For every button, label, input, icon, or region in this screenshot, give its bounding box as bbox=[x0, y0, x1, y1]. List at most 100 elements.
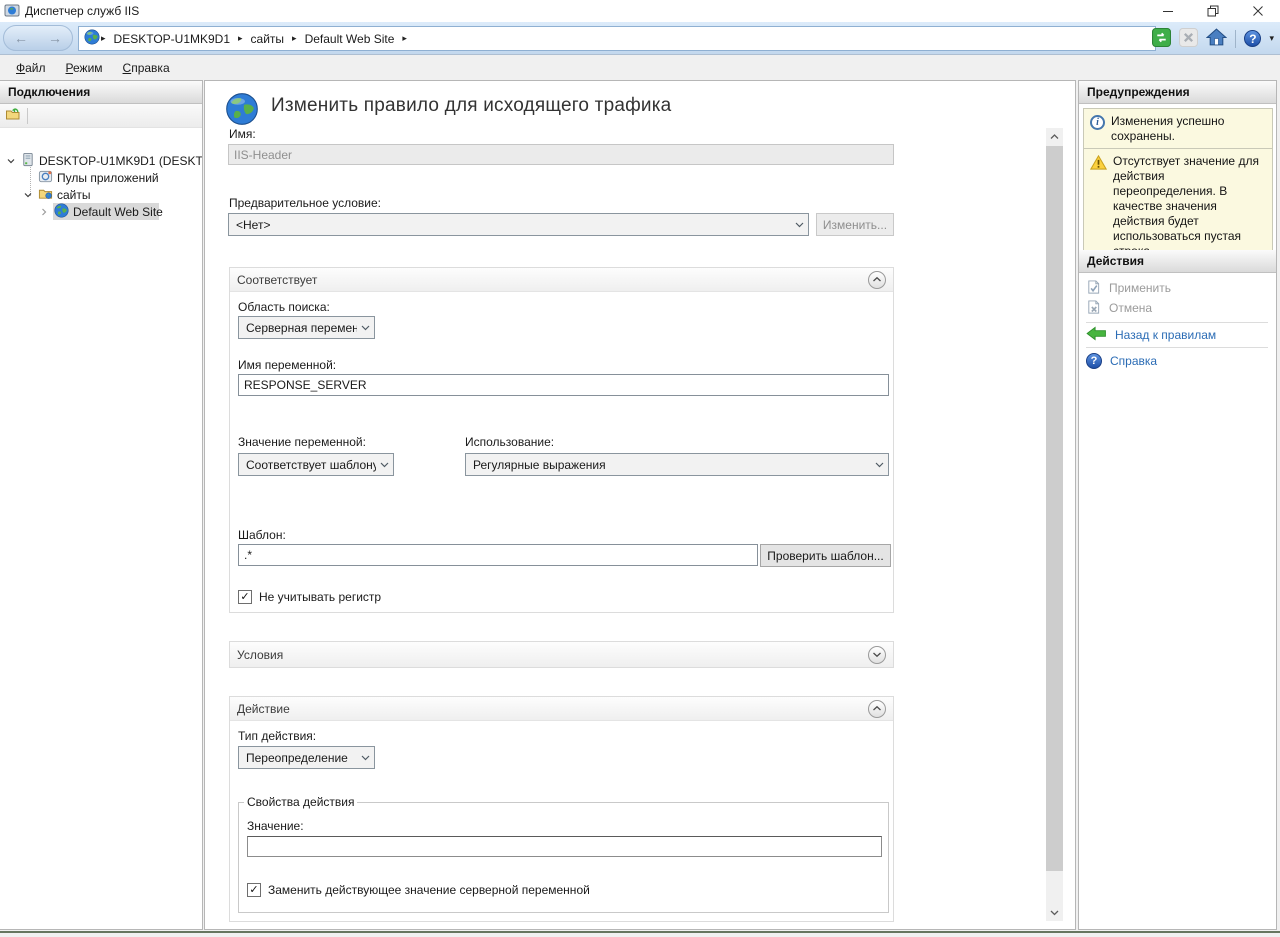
variable-name-input[interactable] bbox=[238, 374, 889, 396]
tree-expanded-icon[interactable] bbox=[6, 156, 16, 166]
back-to-rules-label: Назад к правилам bbox=[1115, 328, 1216, 342]
scope-select[interactable]: Серверная переменн bbox=[238, 316, 375, 339]
address-bar: ← → ▸ DESKTOP-U1MK9D1 ▸ сайты ▸ Default … bbox=[0, 22, 1280, 55]
main-content-panel: Изменить правило для исходящего трафика … bbox=[204, 80, 1076, 930]
scroll-up-button[interactable] bbox=[1046, 128, 1063, 145]
alert-text: Отсутствует значение для действия переоп… bbox=[1113, 154, 1267, 259]
back-to-rules-link[interactable]: Назад к правилам bbox=[1086, 325, 1216, 345]
window-bottom-border bbox=[0, 931, 1280, 933]
tree-item-server[interactable]: DESKTOP-U1MK9D1 (DESKTOP bbox=[0, 152, 202, 169]
ignore-case-label: Не учитывать регистр bbox=[259, 590, 381, 604]
restore-button[interactable] bbox=[1190, 0, 1235, 22]
chevron-down-icon bbox=[361, 755, 370, 761]
action-section-header: Действие bbox=[230, 697, 893, 721]
nav-back-forward: ← → bbox=[3, 25, 73, 51]
tree-item-label: Пулы приложений bbox=[57, 171, 159, 185]
actions-separator bbox=[1086, 322, 1268, 323]
close-button[interactable] bbox=[1235, 0, 1280, 22]
pattern-input[interactable] bbox=[238, 544, 758, 566]
help-caret-icon[interactable]: ▾ bbox=[1269, 33, 1274, 44]
iis-manager-window: Диспетчер служб IIS ← → ▸ DESKTOP-U1MK9D… bbox=[0, 0, 1280, 937]
precondition-label: Предварительное условие: bbox=[229, 196, 381, 210]
warnings-title: Предупреждения bbox=[1087, 85, 1190, 99]
tree-item-sites[interactable]: сайты bbox=[0, 186, 202, 203]
conditions-section: Условия bbox=[229, 641, 894, 668]
server-icon bbox=[20, 152, 35, 169]
replace-value-label: Заменить действующее значение серверной … bbox=[268, 883, 590, 897]
minimize-button[interactable] bbox=[1145, 0, 1190, 22]
connections-panel: Подключения DESKTOP-U1MK9D1 (DESKTOP Пул… bbox=[0, 80, 203, 930]
breadcrumb-arrow-icon: ▸ bbox=[401, 33, 408, 44]
title-bar: Диспетчер служб IIS bbox=[0, 0, 1280, 22]
tree-item-app-pools[interactable]: Пулы приложений bbox=[0, 169, 202, 186]
alert-text: Изменения успешно сохранены. bbox=[1111, 114, 1267, 144]
tree-collapsed-icon[interactable] bbox=[38, 207, 50, 217]
collapse-chevron-up-icon[interactable] bbox=[868, 700, 886, 718]
test-pattern-button[interactable]: Проверить шаблон... bbox=[760, 544, 891, 567]
replace-value-row: ✓ Заменить действующее значение серверно… bbox=[247, 883, 590, 897]
cancel-doc-icon bbox=[1086, 299, 1101, 318]
help-icon[interactable]: ? bbox=[1244, 30, 1261, 47]
save-connection-icon[interactable] bbox=[5, 106, 21, 125]
warnings-header: Предупреждения bbox=[1079, 81, 1276, 104]
breadcrumb[interactable]: ▸ DESKTOP-U1MK9D1 ▸ сайты ▸ Default Web … bbox=[78, 26, 1156, 51]
home-icon[interactable] bbox=[1206, 28, 1227, 50]
collapse-chevron-up-icon[interactable] bbox=[868, 271, 886, 289]
apply-doc-icon bbox=[1086, 279, 1101, 298]
replace-value-checkbox[interactable]: ✓ bbox=[247, 883, 261, 897]
menu-help[interactable]: Справка bbox=[113, 57, 180, 79]
tree-item-label: Default Web Site bbox=[73, 205, 163, 219]
help-label: Справка bbox=[1110, 354, 1157, 368]
variable-value-select[interactable]: Соответствует шаблону bbox=[238, 453, 394, 476]
name-label: Имя: bbox=[229, 127, 256, 141]
ignore-case-checkbox[interactable]: ✓ bbox=[238, 590, 252, 604]
name-input[interactable] bbox=[228, 144, 894, 165]
window-title: Диспетчер служб IIS bbox=[25, 4, 139, 18]
app-pools-icon bbox=[38, 169, 53, 186]
expand-chevron-down-icon[interactable] bbox=[868, 646, 886, 664]
actions-title: Действия bbox=[1087, 254, 1144, 268]
menu-bar: Файл Режим Справка bbox=[0, 55, 1280, 80]
tree-item-default-web-site[interactable]: Default Web Site bbox=[0, 203, 202, 220]
menu-file[interactable]: Файл bbox=[6, 57, 56, 79]
forward-nav-icon[interactable]: → bbox=[48, 30, 62, 46]
apply-button[interactable]: Применить bbox=[1086, 278, 1171, 298]
action-section: Действие Тип действия: Переопределение С… bbox=[229, 696, 894, 922]
apply-label: Применить bbox=[1109, 281, 1171, 295]
action-type-select[interactable]: Переопределение bbox=[238, 746, 375, 769]
precondition-select[interactable]: <Нет> bbox=[228, 213, 809, 236]
back-nav-icon[interactable]: ← bbox=[14, 30, 28, 46]
tree-expanded-icon[interactable] bbox=[22, 190, 34, 200]
vertical-scrollbar[interactable] bbox=[1046, 128, 1063, 921]
action-type-label: Тип действия: bbox=[238, 729, 316, 743]
cancel-button[interactable]: Отмена bbox=[1086, 298, 1152, 318]
connections-title: Подключения bbox=[8, 85, 90, 99]
app-icon bbox=[4, 2, 20, 21]
stop-icon[interactable] bbox=[1179, 28, 1198, 50]
using-select[interactable]: Регулярные выражения bbox=[465, 453, 889, 476]
scrollbar-thumb[interactable] bbox=[1046, 146, 1063, 871]
tree-item-label: DESKTOP-U1MK9D1 (DESKTOP bbox=[39, 154, 202, 168]
chevron-down-icon bbox=[875, 462, 884, 468]
value-label: Значение: bbox=[247, 819, 304, 833]
match-section-title: Соответствует bbox=[237, 273, 317, 287]
scroll-down-button[interactable] bbox=[1046, 904, 1063, 921]
alert-warning: Отсутствует значение для действия переоп… bbox=[1083, 148, 1273, 266]
connections-toolbar bbox=[0, 104, 202, 128]
breadcrumb-segment-server[interactable]: DESKTOP-U1MK9D1 bbox=[107, 32, 237, 46]
match-section-header: Соответствует bbox=[230, 268, 893, 292]
back-arrow-icon bbox=[1086, 326, 1107, 344]
chevron-down-icon bbox=[795, 222, 804, 228]
edit-precondition-button[interactable]: Изменить... bbox=[816, 213, 894, 236]
chevron-down-icon bbox=[380, 462, 389, 468]
match-section: Соответствует Область поиска: Серверная … bbox=[229, 267, 894, 613]
refresh-icon[interactable] bbox=[1152, 28, 1171, 50]
cancel-label: Отмена bbox=[1109, 301, 1152, 315]
actions-header: Действия bbox=[1079, 250, 1276, 273]
help-link[interactable]: ? Справка bbox=[1086, 351, 1157, 371]
scope-label: Область поиска: bbox=[238, 300, 330, 314]
breadcrumb-segment-sites[interactable]: сайты bbox=[244, 32, 292, 46]
breadcrumb-segment-site[interactable]: Default Web Site bbox=[298, 32, 402, 46]
menu-view[interactable]: Режим bbox=[56, 57, 113, 79]
value-input[interactable] bbox=[247, 836, 882, 857]
